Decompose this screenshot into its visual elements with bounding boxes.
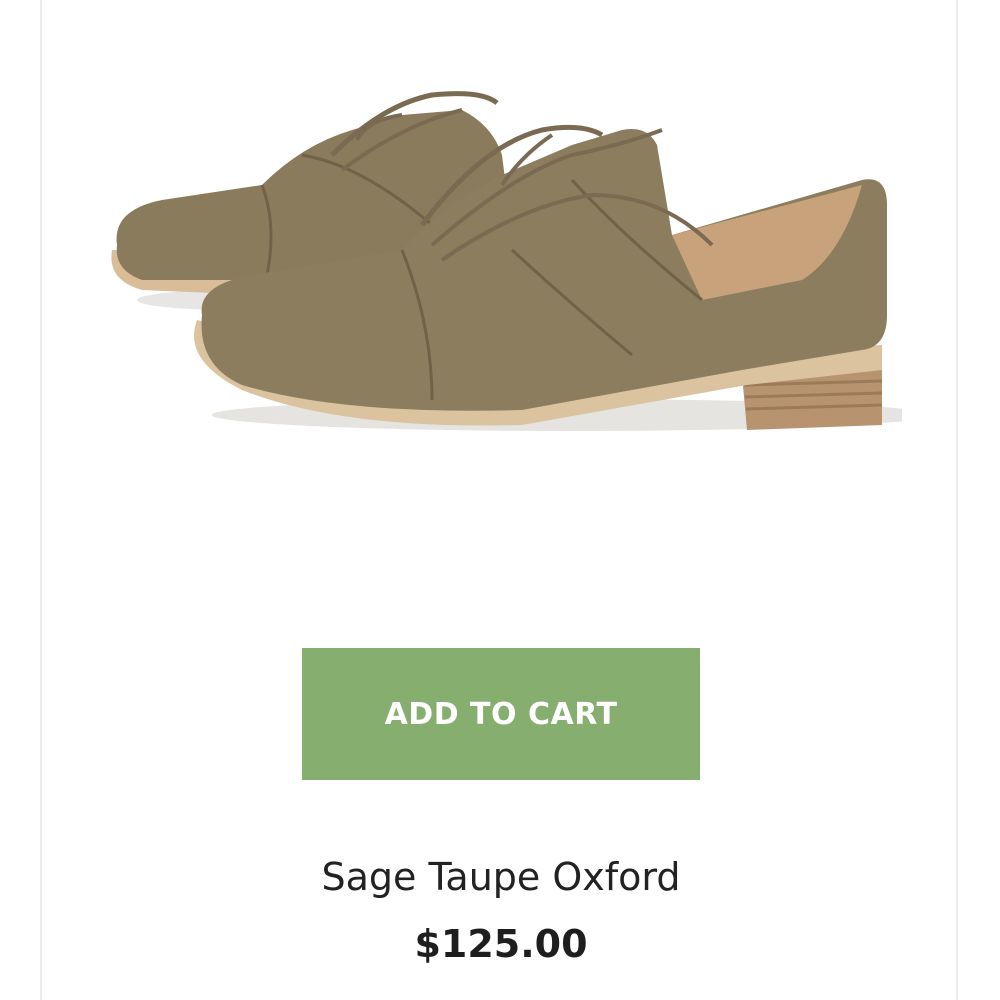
product-name[interactable]: Sage Taupe Oxford xyxy=(42,855,960,899)
add-to-cart-button[interactable]: ADD TO CART xyxy=(302,648,700,780)
product-image[interactable] xyxy=(102,85,902,455)
product-price: $125.00 xyxy=(414,922,588,966)
product-card: ADD TO CART Sage Taupe Oxford $125.00 xyxy=(40,0,958,1000)
